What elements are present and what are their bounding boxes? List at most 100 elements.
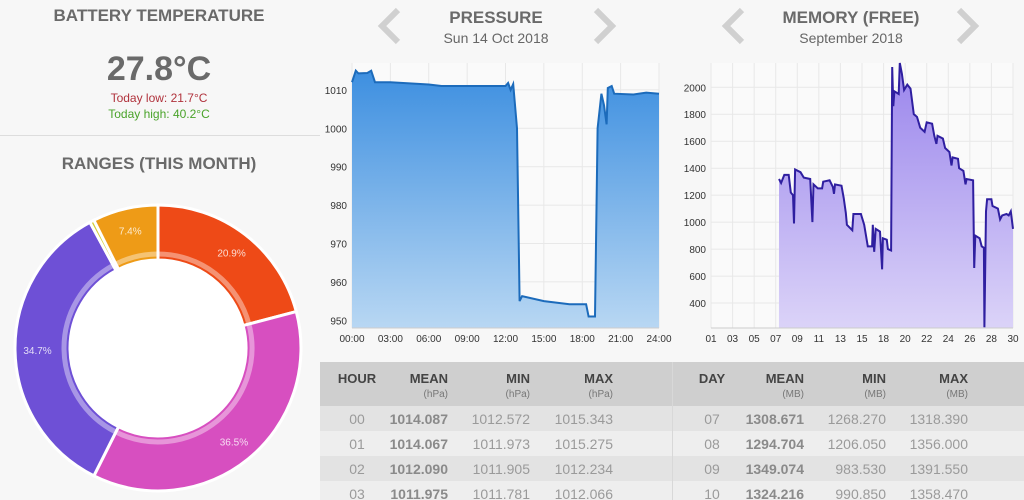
table-cell: 990.850 xyxy=(835,486,886,500)
y-tick-label: 400 xyxy=(689,299,706,310)
x-tick-label: 03:00 xyxy=(378,334,403,345)
battery-value: 27.8°C xyxy=(106,50,212,88)
table-cell: 1294.704 xyxy=(745,436,804,452)
column-unit: (MB) xyxy=(864,389,886,400)
chevron-right-icon[interactable] xyxy=(582,6,622,46)
y-tick-label: 600 xyxy=(689,272,706,283)
ranges-title: RANGES (THIS MONTH) xyxy=(61,154,257,173)
table-row[interactable]: 08 1294.704 1206.050 1356.000 xyxy=(673,431,1024,456)
column-label: MEAN xyxy=(409,371,448,386)
y-tick-label: 970 xyxy=(330,240,347,251)
x-tick-label: 21:00 xyxy=(608,334,633,345)
y-tick-label: 990 xyxy=(330,163,347,174)
table-header: HOUR MEAN (hPa) MIN (hPa) MAX (hPa) xyxy=(320,362,672,406)
memory-table: DAY MEAN (MB) MIN (MB) MAX (MB) 07 1308.671 1268.… xyxy=(672,362,1024,500)
column-label: MIN xyxy=(862,371,886,386)
table-cell: 1014.067 xyxy=(389,436,448,452)
battery-title: BATTERY TEMPERATURE xyxy=(53,6,265,25)
table-row[interactable]: 09 1349.074 983.530 1391.550 xyxy=(673,456,1024,481)
y-tick-label: 1000 xyxy=(684,218,707,229)
table-row[interactable]: 03 1011.975 1011.781 1012.066 xyxy=(320,481,672,500)
y-tick-label: 800 xyxy=(689,245,706,256)
column-unit: (MB) xyxy=(782,389,804,400)
column-label: MEAN xyxy=(765,371,804,386)
x-tick-label: 24:00 xyxy=(646,334,671,345)
table-cell: 1011.905 xyxy=(472,461,530,477)
column-unit: (hPa) xyxy=(423,389,448,400)
x-tick-label: 06:00 xyxy=(416,334,441,345)
column-label: DAY xyxy=(698,371,726,386)
column-header[interactable]: MEAN (hPa) xyxy=(368,371,448,400)
x-tick-label: 22 xyxy=(921,334,933,345)
table-cell: 1011.973 xyxy=(472,436,530,452)
column-header[interactable]: MIN (MB) xyxy=(806,371,886,400)
table-cell: 1391.550 xyxy=(909,461,968,477)
pressure-table: HOUR MEAN (hPa) MIN (hPa) MAX (hPa) 00 1014.087 1… xyxy=(320,362,672,500)
x-tick-label: 03 xyxy=(727,334,739,345)
table-row[interactable]: 02 1012.090 1011.905 1012.234 xyxy=(320,456,672,481)
table-row[interactable]: 07 1308.671 1268.270 1318.390 xyxy=(673,406,1024,431)
table-cell: 1011.975 xyxy=(390,486,448,500)
y-tick-label: 1400 xyxy=(684,164,707,175)
pressure-header: PRESSURE Sun 14 Oct 2018 xyxy=(320,0,672,60)
donut-hole xyxy=(71,261,245,435)
chevron-right-icon[interactable] xyxy=(945,6,985,46)
table-cell: 1015.275 xyxy=(554,436,613,452)
x-tick-label: 28 xyxy=(986,334,998,345)
table-cell: 1015.343 xyxy=(554,411,613,427)
table-cell: 1012.234 xyxy=(554,461,613,477)
table-cell: 1349.074 xyxy=(745,461,804,477)
table-cell: 1356.000 xyxy=(909,436,968,452)
today-low: Today low: 21.7°C xyxy=(110,91,208,105)
table-cell: 1308.671 xyxy=(745,411,804,427)
x-tick-label: 00:00 xyxy=(339,334,364,345)
table-cell: 1012.090 xyxy=(389,461,448,477)
slice-label: 20.9% xyxy=(217,249,245,260)
y-tick-label: 960 xyxy=(330,278,347,289)
table-cell: 1324.216 xyxy=(745,486,804,500)
table-row[interactable]: 01 1014.067 1011.973 1015.275 xyxy=(320,431,672,456)
y-tick-label: 1600 xyxy=(684,137,707,148)
column-header[interactable]: MAX (hPa) xyxy=(533,371,613,400)
table-cell: 1318.390 xyxy=(909,411,968,427)
table-row[interactable]: 10 1324.216 990.850 1358.470 xyxy=(673,481,1024,500)
table-row[interactable]: 00 1014.087 1012.572 1015.343 xyxy=(320,406,672,431)
series-area xyxy=(352,70,659,328)
battery-card: BATTERY TEMPERATURE 27.8°C Today low: 21… xyxy=(0,0,320,136)
column-label: MAX xyxy=(939,371,968,386)
y-tick-label: 2000 xyxy=(684,83,707,94)
table-header: DAY MEAN (MB) MIN (MB) MAX (MB) xyxy=(673,362,1024,406)
pressure-chart: 00:00 03:00 06:00 09:00 12:00 15:00 18:00 21:00… xyxy=(325,63,672,345)
x-tick-label: 09 xyxy=(792,334,804,345)
x-tick-label: 11 xyxy=(814,334,825,345)
table-cell: 1012.572 xyxy=(471,411,530,427)
y-tick-label: 1800 xyxy=(684,110,707,121)
x-tick-label: 20 xyxy=(900,334,912,345)
x-tick-label: 12:00 xyxy=(493,334,518,345)
slice-label: 34.7% xyxy=(23,346,51,357)
today-high: Today high: 40.2°C xyxy=(108,107,210,121)
y-tick-label: 950 xyxy=(330,316,347,327)
y-tick-label: 980 xyxy=(330,201,347,212)
column-header[interactable]: MAX (MB) xyxy=(888,371,968,400)
table-cell: 983.530 xyxy=(835,461,886,477)
ranges-donut-chart: 20.9% 36.5% 34.7% 7.4% xyxy=(13,203,303,493)
column-label: MAX xyxy=(584,371,613,386)
column-unit: (MB) xyxy=(946,389,968,400)
table-cell: 1358.470 xyxy=(909,486,968,500)
memory-header: MEMORY (FREE) September 2018 xyxy=(672,0,1024,60)
slice-label: 36.5% xyxy=(220,438,248,449)
x-tick-label: 15 xyxy=(856,334,868,345)
y-tick-label: 1000 xyxy=(325,124,348,135)
x-tick-label: 30 xyxy=(1007,334,1019,345)
column-header[interactable]: MEAN (MB) xyxy=(724,371,804,400)
column-header[interactable]: MIN (hPa) xyxy=(450,371,530,400)
x-tick-label: 13 xyxy=(835,334,847,345)
y-tick-label: 1200 xyxy=(684,191,707,202)
x-tick-label: 24 xyxy=(943,334,955,345)
table-cell: 1014.087 xyxy=(389,411,448,427)
x-tick-label: 05 xyxy=(749,334,761,345)
x-tick-label: 09:00 xyxy=(455,334,480,345)
x-tick-label: 01 xyxy=(705,334,717,345)
x-tick-label: 18 xyxy=(878,334,890,345)
